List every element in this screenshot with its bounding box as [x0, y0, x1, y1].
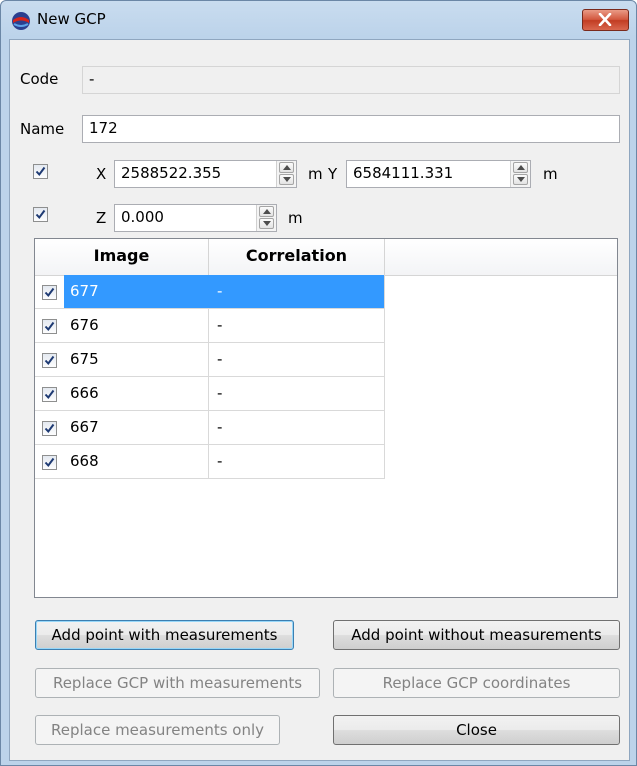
- arrow-up-icon: [517, 165, 525, 170]
- close-window-button[interactable]: [582, 9, 629, 31]
- z-checkbox[interactable]: [33, 207, 48, 222]
- z-spinner[interactable]: [256, 205, 276, 231]
- y-spinner[interactable]: [510, 161, 530, 187]
- table-header: Image Correlation: [35, 239, 617, 276]
- gcp-globe-icon: [12, 12, 30, 30]
- column-header-image[interactable]: Image: [35, 239, 209, 275]
- check-icon: [35, 166, 46, 177]
- row-checkbox[interactable]: [42, 285, 57, 300]
- row-checkbox[interactable]: [42, 455, 57, 470]
- y-value: 6584111.331: [353, 164, 454, 182]
- code-field: -: [82, 66, 620, 94]
- close-icon: [598, 13, 612, 26]
- table-row[interactable]: 677-: [35, 275, 385, 309]
- check-icon: [44, 287, 55, 298]
- arrow-down-icon: [517, 177, 525, 182]
- row-checkbox[interactable]: [42, 319, 57, 334]
- x-spinner[interactable]: [276, 161, 296, 187]
- replace-gcp-coordinates-button[interactable]: Replace GCP coordinates: [333, 668, 620, 698]
- image-cell[interactable]: 676: [35, 309, 209, 343]
- image-id: 667: [70, 418, 99, 436]
- row-checkbox[interactable]: [42, 421, 57, 436]
- check-icon: [44, 389, 55, 400]
- correlation-cell[interactable]: -: [209, 275, 385, 309]
- image-cell[interactable]: 675: [35, 343, 209, 377]
- x-coordinate-input[interactable]: 2588522.355: [114, 160, 297, 188]
- row-checkbox[interactable]: [42, 387, 57, 402]
- image-id: 675: [70, 350, 99, 368]
- x-label: X: [96, 165, 107, 183]
- z-unit: m: [288, 209, 303, 227]
- arrow-down-icon: [263, 221, 271, 226]
- image-id: 668: [70, 452, 99, 470]
- y-decrement-button[interactable]: [513, 174, 528, 185]
- xy-checkbox[interactable]: [33, 164, 48, 179]
- correlation-cell[interactable]: -: [209, 445, 385, 479]
- arrow-up-icon: [283, 165, 291, 170]
- check-icon: [44, 355, 55, 366]
- close-button[interactable]: Close: [333, 715, 620, 745]
- y-coordinate-input[interactable]: 6584111.331: [346, 160, 531, 188]
- image-table[interactable]: Image Correlation 677-676-675-666-667-66…: [34, 238, 618, 598]
- image-id: 666: [70, 384, 99, 402]
- table-row[interactable]: 666 -: [35, 377, 385, 411]
- arrow-up-icon: [263, 209, 271, 214]
- image-cell[interactable]: 677: [35, 275, 209, 309]
- arrow-down-icon: [283, 177, 291, 182]
- name-label: Name: [20, 120, 65, 138]
- correlation-cell[interactable]: -: [209, 343, 385, 377]
- image-cell[interactable]: 668: [35, 445, 209, 479]
- check-icon: [44, 423, 55, 434]
- check-icon: [35, 209, 46, 220]
- table-row[interactable]: 676 -: [35, 309, 385, 343]
- z-increment-button[interactable]: [259, 206, 274, 217]
- z-value: 0.000: [121, 208, 164, 226]
- z-decrement-button[interactable]: [259, 218, 274, 229]
- correlation-cell[interactable]: -: [209, 377, 385, 411]
- table-row[interactable]: 667 -: [35, 411, 385, 445]
- row-checkbox[interactable]: [42, 353, 57, 368]
- correlation-cell[interactable]: -: [209, 411, 385, 445]
- column-header-correlation[interactable]: Correlation: [209, 239, 385, 275]
- correlation-cell[interactable]: -: [209, 309, 385, 343]
- check-icon: [44, 457, 55, 468]
- dialog-body: Code - Name 172 X 2588522.355 m Y 658411…: [9, 39, 630, 761]
- image-id: 677: [64, 275, 209, 308]
- check-icon: [44, 321, 55, 332]
- code-label: Code: [20, 70, 59, 88]
- window-title: New GCP: [37, 10, 106, 28]
- y-label: Y: [328, 165, 338, 183]
- x-value: 2588522.355: [121, 164, 222, 182]
- image-cell[interactable]: 667: [35, 411, 209, 445]
- y-unit: m: [543, 165, 558, 183]
- table-row[interactable]: 668 -: [35, 445, 385, 479]
- name-field[interactable]: 172: [82, 115, 620, 143]
- x-decrement-button[interactable]: [279, 174, 294, 185]
- title-bar[interactable]: New GCP: [1, 1, 636, 39]
- table-row[interactable]: 675 -: [35, 343, 385, 377]
- image-id: 676: [70, 316, 99, 334]
- new-gcp-dialog: New GCP Code - Name 172 X 2588522.355 m …: [0, 0, 637, 766]
- add-point-with-measurements-button[interactable]: Add point with measurements: [35, 620, 294, 650]
- x-unit: m: [308, 165, 323, 183]
- image-cell[interactable]: 666: [35, 377, 209, 411]
- z-label: Z: [96, 209, 107, 227]
- add-point-without-measurements-button[interactable]: Add point without measurements: [333, 620, 620, 650]
- replace-gcp-with-measurements-button[interactable]: Replace GCP with measurements: [35, 668, 320, 698]
- x-increment-button[interactable]: [279, 162, 294, 173]
- z-coordinate-input[interactable]: 0.000: [114, 204, 277, 232]
- y-increment-button[interactable]: [513, 162, 528, 173]
- replace-measurements-only-button[interactable]: Replace measurements only: [35, 715, 280, 745]
